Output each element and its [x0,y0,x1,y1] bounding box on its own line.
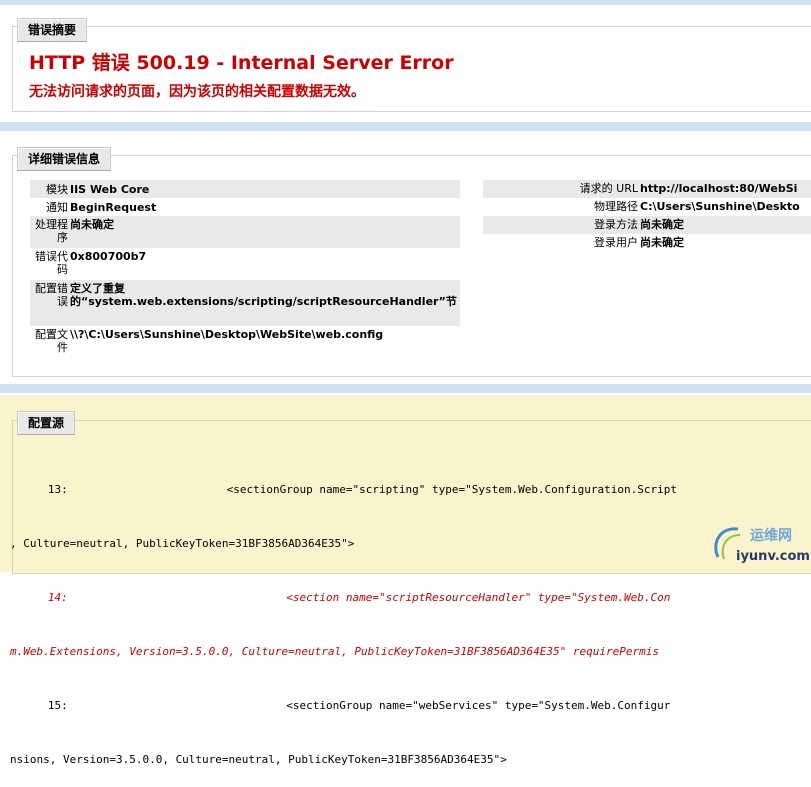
detail-row-logon-user: 登录用户 尚未确定 [483,234,811,252]
detail-row-notification: 通知 BeginRequest [30,198,460,216]
code-line: , Culture=neutral, PublicKeyToken=31BF38… [10,537,355,550]
detail-value: 尚未确定 [70,218,114,231]
detail-row-handler: 处理程序 尚未确定 [30,216,460,248]
detail-label: 配置错误 [35,282,68,308]
detail-row-request-url: 请求的 URL http://localhost:80/WebSi [483,180,811,198]
detail-value: BeginRequest [70,200,157,214]
error-title: HTTP 错误 500.19 - Internal Server Error [29,52,454,74]
error-message: 无法访问请求的页面，因为该页的相关配置数据无效。 [29,84,365,100]
detail-value: 0x800700b7 [70,250,147,263]
watermark-cn-text: 运维网 [750,528,792,544]
error-summary-legend: 错误摘要 [17,18,88,42]
error-summary-panel: 错误摘要 HTTP 错误 500.19 - Internal Server Er… [12,18,811,112]
detail-value: http://localhost:80/WebSi [640,182,798,195]
detail-label: 登录方法 [594,218,638,231]
detail-row-module: 模块 IIS Web Core [30,180,460,198]
detail-row-error-code: 错误代码 0x800700b7 [30,248,460,280]
code-line: 15: <sectionGroup name="webServices" typ… [28,699,671,712]
detail-row-logon-method: 登录方法 尚未确定 [483,216,811,234]
watermark: 运维网 iyunv.com [708,517,811,572]
detail-label: 登录用户 [594,236,638,249]
detailed-error-panel: 详细错误信息 模块 IIS Web Core 通知 BeginRequest 处… [12,147,811,377]
detail-value: \\?\C:\Users\Sunshine\Desktop\WebSite\we… [70,328,384,341]
code-line-error: 14: <section name="scriptResourceHandler… [28,591,671,604]
detail-value: 尚未确定 [640,236,684,249]
code-line-error: m.Web.Extensions, Version=3.5.0.0, Cultu… [10,645,660,658]
config-source-legend: 配置源 [17,411,76,435]
detail-row-physical-path: 物理路径 C:\Users\Sunshine\Deskto [483,198,811,216]
detail-table-right: 请求的 URL http://localhost:80/WebSi 物理路径 C… [483,180,811,252]
detail-label: 模块 [46,182,68,196]
detail-value: IIS Web Core [70,182,150,196]
top-band [0,0,811,5]
detail-label: 请求的 URL [579,182,638,195]
detail-row-config-file: 配置文件 \\?\C:\Users\Sunshine\Desktop\WebSi… [30,326,460,358]
code-line: nsions, Version=3.5.0.0, Culture=neutral… [10,753,507,766]
detail-value: 尚未确定 [640,218,684,231]
detail-label: 处理程序 [35,218,68,244]
divider-band-2 [0,384,811,393]
code-line: 13: <sectionGroup name="scripting" type=… [28,483,678,496]
detail-table-left: 模块 IIS Web Core 通知 BeginRequest 处理程序 尚未确… [30,180,460,358]
detail-label: 物理路径 [594,200,638,213]
config-source-code: 13: <sectionGroup name="scripting" type=… [10,445,811,787]
divider-band-1 [0,122,811,131]
detail-value: C:\Users\Sunshine\Deskto [640,200,800,213]
detail-row-config-error: 配置错误 定义了重复的“system.web.extensions/script… [30,280,460,326]
detail-value: 定义了重复的“system.web.extensions/scripting/s… [70,282,457,308]
detailed-error-legend: 详细错误信息 [17,147,112,171]
detail-label: 通知 [46,200,68,214]
watermark-url-text: iyunv.com [736,549,810,564]
detail-label: 配置文件 [35,328,68,354]
detail-label: 错误代码 [35,250,68,276]
